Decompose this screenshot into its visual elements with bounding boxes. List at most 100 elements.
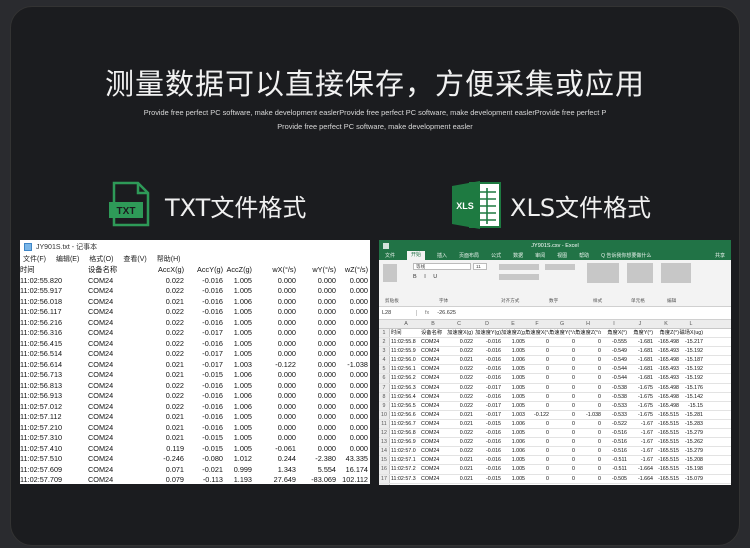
cell[interactable]: -0.505 bbox=[601, 475, 627, 483]
cell[interactable]: -0.516 bbox=[601, 447, 627, 455]
cell[interactable]: COM24 bbox=[421, 465, 445, 473]
cell[interactable]: 0 bbox=[549, 384, 575, 392]
cell[interactable]: 0 bbox=[575, 365, 601, 373]
cell[interactable]: 0 bbox=[525, 365, 549, 373]
row-number[interactable]: 14 bbox=[379, 447, 390, 456]
cell[interactable]: 0.022 bbox=[445, 438, 473, 446]
cell[interactable]: 0 bbox=[575, 338, 601, 346]
cell[interactable]: -0.533 bbox=[601, 402, 627, 410]
cell[interactable]: 11:02:56.1 bbox=[391, 365, 421, 373]
cell[interactable]: 加速度X(g) bbox=[445, 329, 473, 337]
cell[interactable]: 角度Y(°) bbox=[627, 329, 653, 337]
menu-edit[interactable]: 编辑(E) bbox=[56, 254, 79, 265]
cell[interactable]: 1.005 bbox=[501, 402, 525, 410]
cell[interactable]: 0 bbox=[549, 402, 575, 410]
cell[interactable]: -1.67 bbox=[627, 429, 653, 437]
cell[interactable]: 1.003 bbox=[501, 411, 525, 419]
column-letter[interactable]: C bbox=[445, 321, 473, 327]
cell[interactable]: -0.122 bbox=[525, 411, 549, 419]
cell[interactable]: 0 bbox=[549, 393, 575, 401]
cell[interactable]: 0 bbox=[549, 475, 575, 483]
cell[interactable]: -0.016 bbox=[473, 356, 501, 364]
cell[interactable]: 0 bbox=[549, 429, 575, 437]
cell[interactable]: 0.022 bbox=[445, 402, 473, 410]
cell[interactable]: -0.549 bbox=[601, 347, 627, 355]
ribbon-tab[interactable]: 开始 bbox=[407, 251, 426, 260]
cell[interactable]: 0 bbox=[549, 356, 575, 364]
cell[interactable]: 0.022 bbox=[445, 447, 473, 455]
cell[interactable]: 1.006 bbox=[501, 438, 525, 446]
cell[interactable]: 0 bbox=[549, 484, 575, 486]
cell[interactable]: -0.538 bbox=[601, 384, 627, 392]
cell[interactable]: -15.279 bbox=[679, 429, 703, 437]
cell[interactable]: 0.022 bbox=[445, 338, 473, 346]
cell[interactable]: 0 bbox=[525, 338, 549, 346]
cell[interactable]: 0 bbox=[525, 393, 549, 401]
cell[interactable]: 0.022 bbox=[445, 384, 473, 392]
cell[interactable]: -0.549 bbox=[601, 356, 627, 364]
ribbon-tab[interactable]: 页面布局 bbox=[459, 252, 479, 259]
cell[interactable]: -165.498 bbox=[653, 356, 679, 364]
cell[interactable]: 0 bbox=[575, 456, 601, 464]
menu-file[interactable]: 文件(F) bbox=[23, 254, 46, 265]
cell[interactable]: 0.021 bbox=[445, 411, 473, 419]
row-number[interactable]: 6 bbox=[379, 374, 390, 383]
cell[interactable]: 0 bbox=[549, 338, 575, 346]
cell[interactable]: COM24 bbox=[421, 374, 445, 382]
cell[interactable]: 0 bbox=[525, 447, 549, 455]
cell[interactable]: -1.681 bbox=[627, 365, 653, 373]
cell[interactable]: -0.533 bbox=[601, 411, 627, 419]
row-number[interactable]: 11 bbox=[379, 419, 390, 429]
cell[interactable]: 0 bbox=[549, 447, 575, 455]
cell[interactable]: -15.217 bbox=[679, 338, 703, 346]
cell[interactable]: 0 bbox=[525, 374, 549, 382]
align-buttons[interactable] bbox=[499, 264, 539, 270]
cell[interactable]: 角度Z(°) bbox=[653, 329, 679, 337]
cell[interactable]: 0 bbox=[575, 356, 601, 364]
cell[interactable]: -0.538 bbox=[601, 393, 627, 401]
notepad-text-area[interactable]: 时间 设备名称 AccX(g) AccY(g) AccZ(g) wX(°/s) wY(°/s… bbox=[20, 265, 370, 484]
bold-italic-underline-buttons[interactable]: B I U bbox=[413, 274, 440, 280]
styles-gallery[interactable] bbox=[587, 263, 619, 283]
cell[interactable]: 加速度Y(g) bbox=[473, 329, 501, 337]
column-letter[interactable]: F bbox=[525, 321, 549, 327]
cell[interactable]: 1.005 bbox=[501, 384, 525, 392]
cell[interactable]: -0.017 bbox=[473, 402, 501, 410]
cell[interactable]: -1.664 bbox=[627, 465, 653, 473]
column-letter[interactable]: B bbox=[421, 321, 445, 327]
cell[interactable]: -165.515 bbox=[653, 484, 679, 486]
cell[interactable]: -1.67 bbox=[627, 438, 653, 446]
cell[interactable]: -165.493 bbox=[653, 374, 679, 382]
cell[interactable]: -1.038 bbox=[575, 411, 601, 419]
cell[interactable]: 时间 bbox=[391, 329, 421, 337]
cell[interactable]: -165.493 bbox=[653, 365, 679, 373]
ribbon-tab[interactable]: 插入 bbox=[437, 252, 447, 259]
row-number[interactable]: 9 bbox=[379, 401, 390, 410]
font-size-select[interactable]: 11 bbox=[473, 263, 487, 270]
row-number[interactable]: 1 bbox=[379, 329, 390, 338]
cell[interactable]: 1.005 bbox=[501, 484, 525, 486]
cell[interactable]: -1.67 bbox=[627, 420, 653, 428]
cell[interactable]: 0.119 bbox=[445, 484, 473, 486]
cell[interactable]: -15.079 bbox=[679, 475, 703, 483]
cell[interactable]: -165.498 bbox=[653, 384, 679, 392]
cell[interactable]: -0.544 bbox=[601, 374, 627, 382]
cell[interactable]: -165.498 bbox=[653, 402, 679, 410]
cell[interactable]: -0.016 bbox=[473, 429, 501, 437]
cell[interactable]: 1.005 bbox=[501, 393, 525, 401]
cell[interactable]: 磁场X(ug) bbox=[679, 329, 703, 337]
row-number[interactable]: 7 bbox=[379, 383, 390, 392]
cell[interactable]: 11:02:56.3 bbox=[391, 384, 421, 392]
row-number[interactable]: 3 bbox=[379, 347, 390, 356]
cells-buttons[interactable] bbox=[627, 263, 653, 283]
cell[interactable]: -165.515 bbox=[653, 456, 679, 464]
cell[interactable]: 0 bbox=[575, 447, 601, 455]
cell[interactable]: 0 bbox=[525, 456, 549, 464]
cell[interactable]: -15.279 bbox=[679, 447, 703, 455]
cell[interactable]: 角速度Z(°/s) bbox=[575, 329, 601, 337]
cell[interactable]: -0.505 bbox=[601, 484, 627, 486]
cell[interactable]: -165.515 bbox=[653, 420, 679, 428]
cell[interactable]: 1.006 bbox=[501, 356, 525, 364]
cell[interactable]: -0.017 bbox=[473, 384, 501, 392]
cell[interactable]: 0 bbox=[575, 402, 601, 410]
